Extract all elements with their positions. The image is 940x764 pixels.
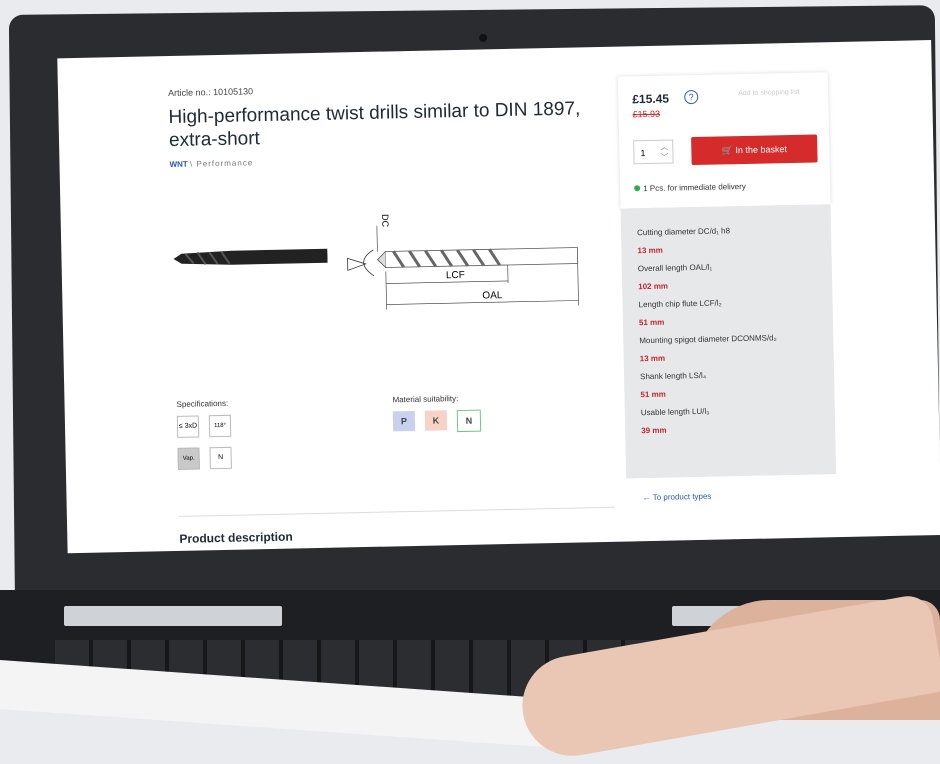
property-label: Length chip flute LCF/l₂: [638, 299, 721, 310]
availability-status: 1 Pcs. for immediate delivery: [634, 182, 746, 193]
property-value: 51 mm: [640, 390, 666, 400]
brand-line: WNT \ Performance: [169, 158, 253, 169]
add-to-shopping-list-link[interactable]: Add to shopping list: [738, 89, 799, 97]
availability-dot-icon: [634, 185, 640, 191]
availability-text: 1 Pcs. for immediate delivery: [643, 182, 746, 193]
laptop-screen: Article no.: 10105130 High-performance t…: [57, 40, 940, 553]
property-value: 39 mm: [641, 426, 667, 436]
property-label: Shank length LS/l₄: [640, 371, 706, 381]
property-value: 13 mm: [637, 246, 663, 256]
basket-label: In the basket: [735, 144, 787, 155]
price-box: £15.45 ? Add to shopping list £15.93 1 ︿…: [618, 72, 831, 208]
property-label: Overall length OAL/l₁: [638, 263, 712, 274]
product-title: High-performance twist drills similar to…: [168, 97, 609, 152]
current-price: £15.45: [632, 92, 669, 107]
material-n: N: [457, 410, 481, 432]
property-value: 13 mm: [640, 354, 666, 364]
stepper-arrows-icon[interactable]: ︿﹀: [660, 143, 668, 163]
material-k: K: [425, 410, 447, 430]
quantity-value: 1: [640, 148, 645, 158]
lcf-label: LCF: [446, 270, 465, 281]
brand-name[interactable]: WNT: [169, 160, 187, 169]
add-to-basket-button[interactable]: 🛒 In the basket: [691, 134, 818, 165]
drill-dimension-diagram: [333, 207, 595, 312]
oal-label: OAL: [482, 290, 502, 301]
spec-coating: Vap.: [177, 447, 199, 469]
spec-point-angle: 118°: [209, 415, 231, 437]
property-value: 51 mm: [639, 318, 665, 328]
quantity-stepper[interactable]: 1 ︿﹀: [633, 139, 673, 164]
drill-product-image: [171, 243, 328, 272]
old-price: £15.93: [632, 109, 660, 120]
dc-label: DC: [380, 214, 390, 227]
property-label: Usable length LU/l₃: [641, 407, 710, 417]
specifications-label: Specifications:: [176, 399, 228, 409]
spec-type-n: N: [209, 447, 231, 469]
material-p: P: [393, 411, 415, 431]
property-label: Cutting diameter DC/d₁ h8: [637, 226, 730, 237]
material-suitability-label: Material suitability:: [392, 394, 458, 404]
cart-icon: 🛒: [722, 145, 736, 155]
laptop-bezel: Article no.: 10105130 High-performance t…: [9, 5, 940, 625]
section-divider: [179, 507, 615, 517]
help-icon[interactable]: ?: [684, 90, 698, 104]
article-number: Article no.: 10105130: [168, 86, 253, 98]
property-label: Mounting spigot diameter DCONMS/d₂: [639, 333, 777, 345]
brand-series: \ Performance: [190, 158, 253, 168]
to-product-types-link[interactable]: ← To product types: [626, 474, 837, 518]
spec-depth: ≤ 3xD: [177, 415, 199, 437]
purchase-panel: £15.45 ? Add to shopping list £15.93 1 ︿…: [618, 72, 837, 516]
product-description-heading[interactable]: Product description: [179, 530, 293, 546]
webcam: [479, 34, 487, 42]
technical-properties: Cutting diameter DC/d₁ h8 13 mm Overall …: [621, 204, 837, 478]
left-hinge: [64, 606, 282, 626]
property-value: 102 mm: [638, 282, 668, 292]
